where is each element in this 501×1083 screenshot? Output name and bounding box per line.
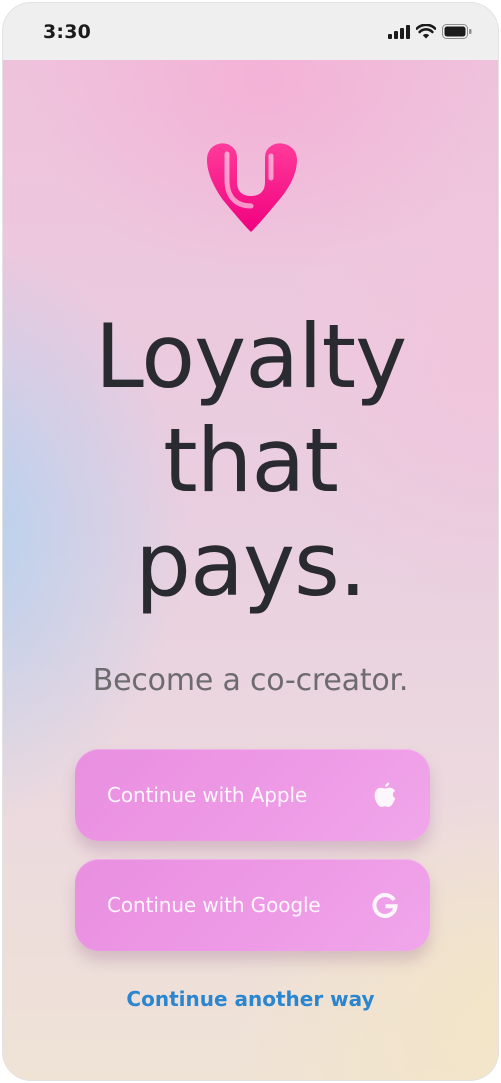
onboarding-screen: Loyalty that pays. Become a co-creator. … xyxy=(3,60,498,1080)
continue-another-way-link[interactable]: Continue another way xyxy=(3,987,498,1011)
continue-with-google-button[interactable]: Continue with Google xyxy=(75,859,430,951)
headline-line-3: pays. xyxy=(135,513,367,616)
headline-line-2: that xyxy=(163,409,339,512)
continue-with-apple-button[interactable]: Continue with Apple xyxy=(75,749,430,841)
wifi-icon xyxy=(415,23,437,43)
status-time: 3:30 xyxy=(43,21,92,43)
status-icons xyxy=(388,23,472,43)
google-button-label: Continue with Google xyxy=(107,893,321,917)
phone-frame: 3:30 Loyalty that pays. Become a co-crea… xyxy=(3,3,498,1080)
cellular-signal-icon xyxy=(388,24,410,43)
headline-line-1: Loyalty xyxy=(94,305,407,408)
status-bar: 3:30 xyxy=(3,3,498,60)
battery-icon xyxy=(442,24,472,43)
brand-logo-icon xyxy=(203,138,301,236)
headline: Loyalty that pays. xyxy=(3,305,498,617)
apple-button-label: Continue with Apple xyxy=(107,783,308,807)
subheadline: Become a co-creator. xyxy=(92,663,409,698)
google-icon xyxy=(372,892,398,918)
apple-icon xyxy=(372,782,398,808)
